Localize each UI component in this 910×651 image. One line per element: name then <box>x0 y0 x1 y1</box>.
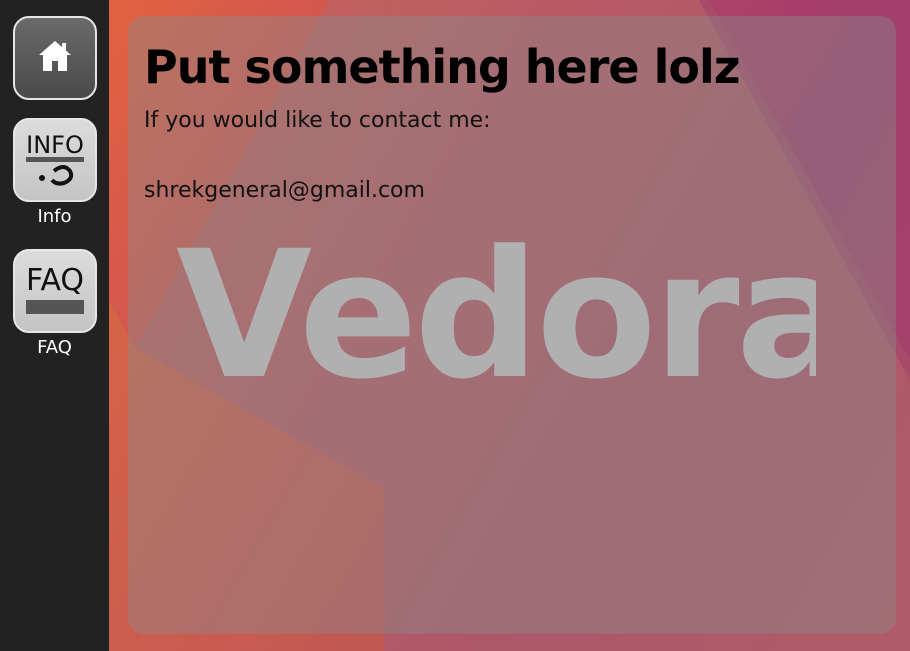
contact-intro-text: If you would like to contact me: <box>144 108 491 133</box>
brand-watermark-text: Vedora <box>176 216 816 396</box>
info-icon: INFO <box>20 123 90 197</box>
faq-button[interactable]: FAQ <box>12 249 97 333</box>
sidebar-item-home[interactable] <box>12 16 97 100</box>
faq-icon-text: FAQ <box>25 263 83 298</box>
sidebar: INFO Info FAQ FAQ <box>0 0 109 651</box>
sidebar-item-info[interactable]: INFO Info <box>12 118 97 228</box>
contact-email: shrekgeneral@gmail.com <box>144 178 425 203</box>
home-button[interactable] <box>12 16 97 100</box>
home-icon <box>37 39 73 77</box>
brand-watermark: Vedora <box>176 213 854 418</box>
info-icon-text: INFO <box>26 131 84 159</box>
sidebar-item-faq[interactable]: FAQ FAQ <box>12 249 97 359</box>
sidebar-item-label: FAQ <box>37 337 72 358</box>
page-title: Put something here lolz <box>144 40 741 94</box>
faq-icon: FAQ <box>20 254 90 328</box>
info-button[interactable]: INFO <box>12 118 97 202</box>
content-panel: Put something here lolz If you would lik… <box>128 16 896 634</box>
sidebar-item-label: Info <box>37 206 72 227</box>
